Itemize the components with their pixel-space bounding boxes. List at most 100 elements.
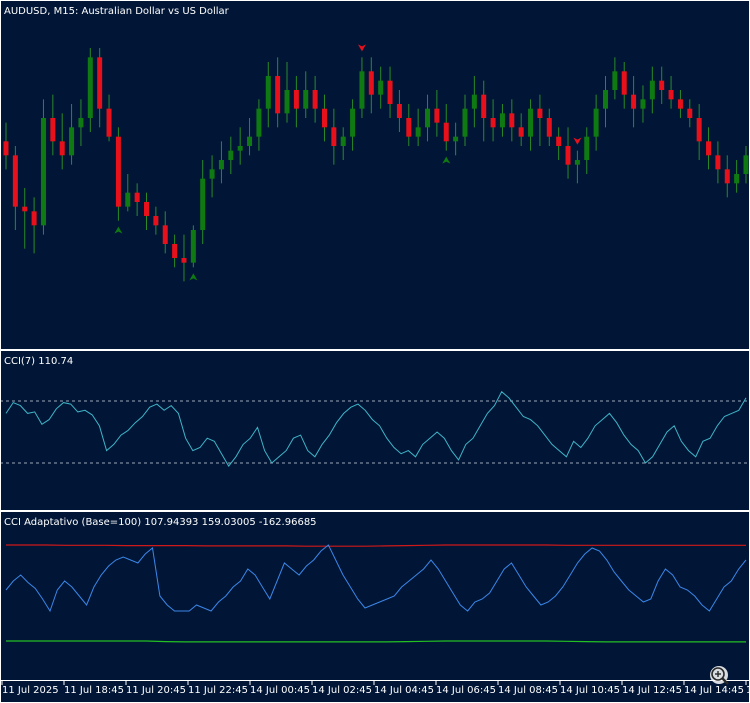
- bear-candle: [3, 141, 9, 156]
- time-axis-label: 11 Jul 2025: [2, 685, 59, 696]
- bear-candle: [434, 108, 440, 123]
- bear-candle: [406, 118, 412, 137]
- bear-candle: [144, 202, 150, 216]
- bear-candle: [22, 206, 28, 212]
- bull-candle: [218, 160, 224, 170]
- time-axis-label: 14 Jul 04:45: [374, 685, 434, 696]
- bear-candle: [162, 225, 168, 244]
- bear-candle: [565, 146, 571, 165]
- time-axis-label: 11 Jul 22:45: [188, 685, 248, 696]
- bear-candle: [659, 80, 665, 90]
- cci-panel[interactable]: [0, 351, 750, 510]
- bull-candle: [602, 90, 608, 109]
- bull-candle: [200, 178, 206, 230]
- bull-candle: [247, 136, 253, 146]
- time-axis-label: 14 Jul 06:45: [436, 685, 496, 696]
- bear-candle: [312, 90, 318, 109]
- bear-candle: [321, 108, 327, 128]
- bear-candle: [443, 122, 449, 142]
- bear-candle: [546, 118, 552, 137]
- bull-candle: [528, 108, 534, 137]
- bull-candle: [734, 174, 740, 184]
- bull-candle: [228, 150, 234, 160]
- bear-candle: [106, 108, 112, 137]
- cci-panel-title: CCI(7) 110.74: [4, 356, 73, 367]
- adaptive-cci-panel[interactable]: [0, 512, 750, 680]
- bull-candle: [743, 155, 749, 174]
- bear-candle: [677, 99, 683, 109]
- main-panel-title: AUDUSD, M15: Australian Dollar vs US Dol…: [4, 6, 230, 17]
- bear-candle: [490, 118, 496, 128]
- bull-candle: [453, 136, 459, 142]
- bull-candle: [640, 99, 646, 109]
- bull-candle: [471, 94, 477, 109]
- bull-candle: [593, 108, 599, 137]
- bull-candle: [237, 146, 243, 151]
- bear-candle: [115, 136, 121, 207]
- bull-candle: [190, 230, 196, 263]
- main-panel[interactable]: [0, 0, 750, 349]
- bear-candle: [172, 244, 178, 258]
- bear-candle: [687, 108, 693, 118]
- bull-candle: [40, 118, 46, 226]
- bear-candle: [706, 141, 712, 156]
- bear-candle: [153, 216, 159, 226]
- bear-candle: [724, 169, 730, 184]
- time-axis-label: 14 Jul 12:45: [622, 685, 682, 696]
- bear-candle: [331, 127, 337, 146]
- bull-candle: [69, 127, 75, 156]
- bear-candle: [59, 141, 65, 156]
- bull-candle: [359, 71, 365, 109]
- chart-window[interactable]: AUDUSD, M15: Australian Dollar vs US Dol…: [0, 0, 750, 703]
- bull-candle: [303, 90, 309, 109]
- time-axis-label: 14 Jul 08:45: [498, 685, 558, 696]
- bull-candle: [87, 57, 93, 118]
- bull-candle: [425, 108, 431, 128]
- bear-candle: [368, 71, 374, 95]
- bull-candle: [350, 108, 356, 137]
- bull-candle: [125, 192, 131, 207]
- bear-candle: [387, 80, 393, 104]
- bear-candle: [31, 211, 37, 226]
- magnifier-plus-icon[interactable]: [710, 666, 729, 685]
- bear-candle: [50, 118, 56, 142]
- bull-candle: [612, 71, 618, 90]
- bull-candle: [284, 90, 290, 114]
- time-axis-label: 11 Jul 20:45: [126, 685, 186, 696]
- bear-candle: [621, 71, 627, 95]
- chart-canvas[interactable]: AUDUSD, M15: Australian Dollar vs US Dol…: [0, 0, 750, 703]
- bull-candle: [78, 118, 84, 128]
- bear-candle: [97, 57, 103, 109]
- bull-candle: [209, 169, 215, 179]
- bear-candle: [481, 94, 487, 118]
- bear-candle: [518, 127, 524, 137]
- time-axis-label: 14 Jul 10:45: [560, 685, 620, 696]
- bear-candle: [134, 192, 140, 202]
- bull-candle: [378, 80, 384, 95]
- bull-candle: [256, 108, 262, 137]
- bull-candle: [265, 76, 271, 109]
- bull-candle: [462, 108, 468, 137]
- bear-candle: [696, 118, 702, 142]
- bull-candle: [649, 80, 655, 100]
- time-axis-label: 14 Jul 14:45: [684, 685, 744, 696]
- time-axis-label: 11 Jul 18:45: [64, 685, 124, 696]
- time-axis-label: 14 Jul 02:45: [312, 685, 372, 696]
- time-axis-label: 14 Jul 00:45: [250, 685, 310, 696]
- bear-candle: [509, 113, 515, 128]
- bear-candle: [631, 94, 637, 109]
- adaptive-panel-title: CCI Adaptativo (Base=100) 107.94393 159.…: [4, 517, 317, 528]
- bull-candle: [574, 160, 580, 165]
- bear-candle: [537, 108, 543, 118]
- bear-candle: [668, 90, 674, 100]
- bear-candle: [396, 104, 402, 118]
- bear-candle: [12, 155, 18, 207]
- bull-candle: [584, 136, 590, 160]
- bear-candle: [181, 258, 187, 263]
- bear-candle: [293, 90, 299, 109]
- bear-candle: [556, 136, 562, 146]
- bull-candle: [340, 136, 346, 146]
- bear-candle: [275, 76, 281, 114]
- bull-candle: [415, 127, 421, 137]
- bull-candle: [499, 113, 505, 128]
